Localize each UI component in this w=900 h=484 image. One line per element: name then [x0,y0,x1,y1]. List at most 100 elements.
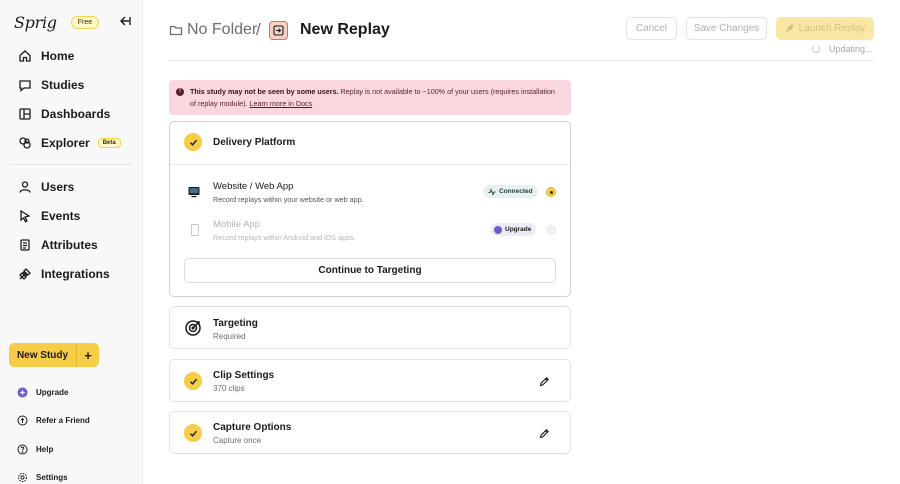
sidebar-item-label: Events [41,208,81,223]
clip-settings-title: Clip Settings [213,370,275,381]
sidebar-item-label: Users [41,179,75,194]
refer-icon [17,415,28,426]
save-changes-button[interactable]: Save Changes [686,17,767,40]
targeting-card[interactable]: Targeting Required [169,306,571,349]
replay-icon [269,21,288,40]
clip-settings-subtitle: 370 clips [213,384,245,393]
sidebar-item-label: Help [36,444,54,454]
edit-pencil-icon[interactable] [539,428,550,439]
sidebar-item-integrations[interactable]: Integrations [10,259,132,288]
logo-row: Sprig Free [14,12,132,32]
user-icon [19,180,31,193]
folder-label: No Folder [187,21,258,38]
sidebar-item-label: Integrations [41,266,110,281]
events-icon [20,209,31,223]
beta-badge: Beta [97,137,121,148]
continue-to-targeting-button[interactable]: Continue to Targeting [184,258,556,283]
cancel-button[interactable]: Cancel [626,17,677,40]
card-divider [170,164,570,165]
sidebar-item-home[interactable]: Home [10,41,132,70]
clip-settings-card[interactable]: Clip Settings 370 clips [169,359,571,402]
new-study-button[interactable]: New Study + [9,343,99,367]
complete-check-icon [184,424,202,442]
sidebar-nav: Home Studies Dashboards Explorer Beta Us… [10,41,132,288]
collapse-sidebar-icon[interactable] [118,14,132,28]
delivery-platform-title: Delivery Platform [213,137,296,148]
capture-options-card[interactable]: Capture Options Capture once [169,411,571,454]
sidebar-item-label: Attributes [41,237,98,252]
spinner-icon [812,45,820,53]
alert-bold-text: This study may not be seen by some users… [190,87,339,96]
sidebar-item-label: Explorer [41,135,90,150]
folder-icon [169,25,183,36]
sidebar-item-label: Settings [36,473,68,483]
mobile-icon [191,224,199,236]
availability-alert: ! This study may not be seen by some use… [169,80,571,115]
sidebar-item-users[interactable]: Users [10,172,132,201]
targeting-title: Targeting [213,318,258,329]
complete-check-icon [184,133,202,151]
sidebar-item-studies[interactable]: Studies [10,70,132,99]
page-title[interactable]: New Replay [300,21,390,39]
gear-icon [18,473,27,483]
upgrade-label: Upgrade [505,226,532,233]
plan-badge: Free [70,15,100,29]
attributes-icon [20,238,30,251]
connected-badge: Connected [483,185,538,198]
alert-icon: ! [176,88,184,96]
sidebar-item-events[interactable]: Events [10,201,132,230]
upgrade-dot-icon [494,225,502,234]
mobile-option-subtitle: Record replays within Android and iOS ap… [213,233,356,242]
target-icon [185,320,201,336]
sidebar: Sprig Free Home Studies Dashboards Explo… [0,0,143,484]
website-option-title[interactable]: Website / Web App [213,181,293,192]
sidebar-item-label: Studies [41,77,85,92]
breadcrumb-folder[interactable]: No Folder [169,21,257,39]
capture-options-title: Capture Options [213,422,292,433]
delivery-platform-card: Delivery Platform Website / Web App Reco… [169,121,571,297]
explorer-icon [19,136,31,149]
sidebar-item-dashboards[interactable]: Dashboards [10,99,132,128]
sidebar-item-label: Refer a Friend [36,416,90,426]
updating-status: Updating... [812,44,873,54]
upgrade-badge[interactable]: Upgrade [491,223,537,236]
complete-check-icon [184,372,202,390]
capture-options-subtitle: Capture once [213,436,262,445]
sidebar-item-refer[interactable]: Refer a Friend [17,407,133,436]
sidebar-item-settings[interactable]: Settings [17,464,133,484]
dashboard-icon [19,107,31,120]
sidebar-item-label: Home [41,48,75,63]
sidebar-item-help[interactable]: Help [17,435,133,464]
launch-replay-button[interactable]: Launch Replay [776,17,874,40]
sidebar-item-explorer[interactable]: Explorer Beta [10,128,132,157]
integrations-icon [19,267,31,280]
status-text: Updating... [829,44,873,54]
launch-label: Launch Replay [798,23,866,34]
targeting-subtitle: Required [213,332,246,341]
upgrade-icon [17,387,28,398]
mobile-radio[interactable] [546,225,556,235]
sidebar-item-attributes[interactable]: Attributes [10,230,132,259]
breadcrumb-separator: / [256,20,261,39]
help-icon [17,444,28,455]
nav-divider [10,164,132,165]
website-option-subtitle: Record replays within your website or we… [213,195,364,204]
desktop-icon [188,187,200,198]
logo[interactable]: Sprig [14,13,57,32]
edit-pencil-icon[interactable] [539,376,550,387]
sidebar-item-label: Upgrade [36,387,69,397]
activity-icon [488,187,496,196]
header-divider [169,60,874,61]
plus-icon[interactable]: + [77,343,99,367]
website-radio[interactable] [546,187,556,197]
home-icon [19,49,31,62]
connected-label: Connected [499,188,533,195]
chat-icon [19,79,31,92]
mobile-option-title[interactable]: Mobile App [213,219,260,230]
bottom-links: Upgrade Refer a Friend Help Settings [17,378,133,484]
learn-more-link[interactable]: Learn more in Docs [250,99,313,108]
sidebar-item-upgrade[interactable]: Upgrade [17,378,133,407]
rocket-icon [785,24,794,33]
new-study-label[interactable]: New Study [9,343,77,367]
sidebar-item-label: Dashboards [41,106,111,121]
